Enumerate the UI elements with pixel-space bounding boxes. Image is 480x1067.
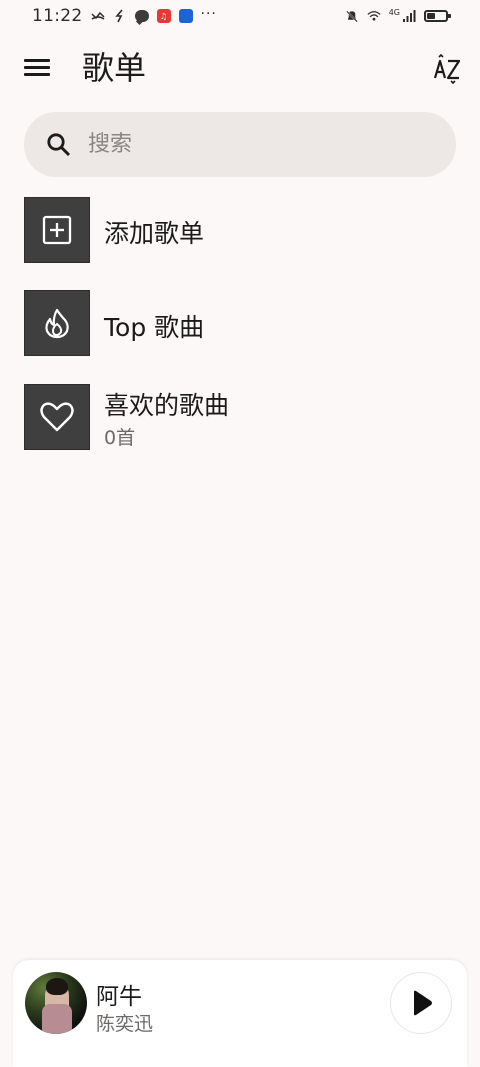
status-bar: 11:22 ♫ ··· 4G (0, 0, 480, 32)
album-art-jacket (42, 1004, 72, 1034)
playlist-song-count: 0首 (104, 427, 136, 449)
sort-button[interactable] (432, 53, 462, 85)
status-left: 11:22 ♫ ··· (32, 5, 217, 27)
play-button[interactable] (390, 972, 452, 1034)
missed-call-icon (90, 9, 105, 23)
battery-icon (424, 10, 451, 22)
track-artist: 陈奕迅 (96, 1013, 154, 1035)
playlist-title: 添加歌单 (104, 219, 205, 248)
track-title: 阿牛 (96, 984, 142, 1010)
now-playing-bar[interactable]: 阿牛 陈奕迅 (13, 960, 467, 1067)
album-art-hair (46, 978, 68, 995)
search-icon (44, 130, 74, 160)
playlist-thumbnail (24, 290, 90, 356)
blue-app-badge-icon (178, 9, 193, 23)
battery-fill (427, 13, 436, 19)
wifi-icon (367, 9, 381, 23)
network-type: 4G (388, 7, 400, 17)
menu-button[interactable] (24, 56, 50, 80)
chat-icon (134, 10, 149, 22)
album-art (25, 972, 87, 1034)
playlist-item-add[interactable]: 添加歌单 (24, 197, 456, 265)
search-input[interactable] (86, 131, 410, 158)
search-bar[interactable] (24, 112, 456, 177)
playlist-title: Top 歌曲 (104, 313, 205, 342)
playlist-item-top-songs[interactable]: Top 歌曲 (24, 290, 456, 358)
more-dots-icon: ··· (200, 5, 217, 22)
red-app-badge-icon: ♫ (156, 9, 171, 23)
fire-icon (45, 308, 69, 339)
status-right: 4G (345, 7, 451, 23)
app-bar: 歌单 (0, 40, 480, 96)
playlist-thumbnail (24, 384, 90, 450)
page-title: 歌单 (82, 49, 147, 87)
playlist-item-favorites[interactable]: 喜欢的歌曲 0首 (24, 384, 456, 452)
nfc-icon (113, 9, 127, 23)
status-time: 11:22 (32, 6, 83, 26)
sort-az-icon (433, 53, 461, 85)
heart-icon (40, 402, 74, 432)
signal-icon (402, 9, 416, 23)
silent-bell-icon (345, 9, 359, 23)
add-box-icon (42, 215, 72, 245)
play-icon (414, 990, 432, 1016)
playlist-thumbnail (24, 197, 90, 263)
playlist-title: 喜欢的歌曲 (104, 391, 230, 420)
